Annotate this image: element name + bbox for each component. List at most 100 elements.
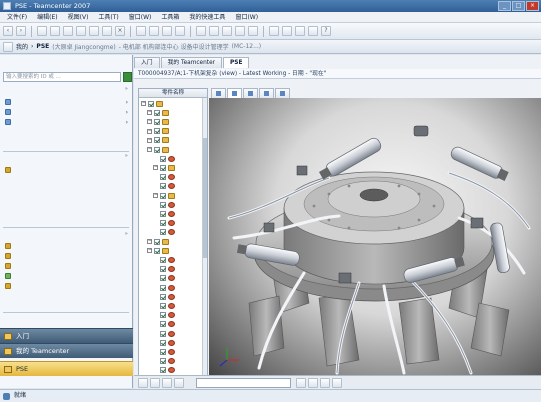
tree-expander-icon[interactable]: − (153, 193, 158, 198)
search-go-button[interactable] (123, 72, 132, 82)
measure-icon[interactable] (308, 378, 318, 388)
tree-visibility-checkbox[interactable] (160, 284, 166, 291)
history-item[interactable] (5, 283, 11, 289)
tree-row[interactable]: − (153, 191, 175, 200)
revise-icon[interactable] (235, 26, 245, 36)
tree-visibility-checkbox[interactable] (154, 118, 160, 125)
tree-visibility-checkbox[interactable] (160, 293, 166, 300)
tree-visibility-checkbox[interactable] (160, 312, 166, 319)
minimize-button[interactable]: _ (498, 1, 511, 11)
tree-row[interactable] (153, 283, 175, 292)
history-icon[interactable] (248, 26, 258, 36)
nav-item-home[interactable] (5, 99, 11, 105)
tab-viewer[interactable] (227, 88, 242, 98)
tree-row[interactable] (153, 274, 175, 283)
tree-row[interactable]: − (147, 117, 169, 126)
tree-row[interactable] (153, 173, 175, 182)
collapse-icon[interactable] (282, 26, 292, 36)
menu-view[interactable]: 视图(V) (63, 12, 94, 23)
tree-row[interactable] (153, 255, 175, 264)
cut-icon[interactable] (76, 26, 86, 36)
tree-row[interactable] (153, 311, 175, 320)
tree-visibility-checkbox[interactable] (160, 210, 166, 217)
3d-viewport[interactable] (209, 98, 541, 375)
tree-row[interactable]: − (147, 127, 169, 136)
tree-expander-icon[interactable]: − (153, 165, 158, 171)
search-icon[interactable] (162, 26, 172, 36)
tree-row[interactable] (153, 301, 175, 310)
tree-row[interactable] (153, 228, 175, 237)
tree-column-header[interactable]: 零件名称 (139, 89, 207, 98)
menu-quick-tools[interactable]: 我的快速工具 (184, 12, 230, 23)
menu-toolbox[interactable]: 工具箱 (156, 12, 184, 23)
menu-edit[interactable]: 编辑(E) (32, 12, 62, 23)
tree-expander-icon[interactable]: − (141, 101, 146, 106)
tree-visibility-checkbox[interactable] (160, 155, 166, 162)
tree-visibility-checkbox[interactable] (160, 275, 166, 282)
tree-row[interactable] (153, 200, 175, 209)
tree-row[interactable] (153, 209, 175, 218)
search-input[interactable]: 输入要搜索的 ID 或 ... (3, 72, 121, 82)
tree-visibility-checkbox[interactable] (160, 367, 166, 374)
tree-visibility-checkbox[interactable] (160, 302, 166, 309)
tab-extra[interactable] (275, 88, 290, 98)
tree-visibility-checkbox[interactable] (160, 229, 166, 236)
open-icon[interactable] (50, 26, 60, 36)
help-icon[interactable]: ? (321, 26, 331, 36)
open-item[interactable] (5, 167, 11, 173)
markup-icon[interactable] (320, 378, 330, 388)
tree-expander-icon[interactable]: − (147, 137, 152, 143)
close-button[interactable]: × (526, 1, 539, 11)
snapshot-icon[interactable] (332, 378, 342, 388)
copy-icon[interactable] (89, 26, 99, 36)
filter-icon[interactable] (295, 26, 305, 36)
save-icon[interactable] (63, 26, 73, 36)
section-more-icon[interactable]: » (125, 86, 128, 92)
rotate-icon[interactable] (138, 378, 148, 388)
tree-visibility-checkbox[interactable] (154, 146, 160, 153)
checkout-icon[interactable] (209, 26, 219, 36)
tree-visibility-checkbox[interactable] (160, 321, 166, 328)
tree-visibility-checkbox[interactable] (160, 201, 166, 208)
tree-expander-icon[interactable]: − (147, 110, 152, 116)
section-icon[interactable] (296, 378, 306, 388)
fit-icon[interactable] (174, 378, 184, 388)
tree-row[interactable] (153, 292, 175, 301)
forward-icon[interactable]: › (16, 26, 26, 36)
tree-row[interactable] (153, 154, 175, 163)
tab-summary[interactable] (211, 88, 226, 98)
delete-icon[interactable]: × (115, 26, 125, 36)
paste-icon[interactable] (102, 26, 112, 36)
nav-item-saved-searches[interactable] (5, 119, 11, 125)
print-icon[interactable] (175, 26, 185, 36)
tree-row[interactable] (153, 265, 175, 274)
tree-expander-icon[interactable]: − (147, 119, 152, 125)
tree-row[interactable] (153, 329, 175, 338)
tree-row[interactable]: − (147, 237, 169, 246)
tab-impact[interactable] (259, 88, 274, 98)
section-more-icon[interactable]: » (125, 153, 128, 159)
nav-button-pse[interactable]: PSE (0, 361, 133, 376)
properties-icon[interactable] (149, 26, 159, 36)
maximize-button[interactable]: □ (512, 1, 525, 11)
section-more-icon[interactable]: » (125, 231, 128, 237)
tree-row[interactable] (153, 338, 175, 347)
tree-visibility-checkbox[interactable] (154, 137, 160, 144)
nav-item-worklist[interactable] (5, 109, 11, 115)
zoom-icon[interactable] (162, 378, 172, 388)
scrollbar-thumb[interactable] (203, 138, 207, 258)
pan-icon[interactable] (150, 378, 160, 388)
tree-row[interactable]: − (147, 136, 169, 145)
checkin-icon[interactable] (196, 26, 206, 36)
compare-icon[interactable] (308, 26, 318, 36)
history-item[interactable] (5, 273, 11, 279)
menu-window-2[interactable]: 窗口(W) (230, 12, 263, 23)
tree-visibility-checkbox[interactable] (160, 330, 166, 337)
tab-pse[interactable]: PSE (223, 57, 250, 68)
tree-row[interactable] (153, 366, 175, 375)
tree-scrollbar[interactable] (202, 98, 207, 386)
history-item[interactable] (5, 253, 11, 259)
menu-window[interactable]: 窗口(W) (124, 12, 157, 23)
history-item[interactable] (5, 263, 11, 269)
tree-visibility-checkbox[interactable] (154, 238, 160, 245)
